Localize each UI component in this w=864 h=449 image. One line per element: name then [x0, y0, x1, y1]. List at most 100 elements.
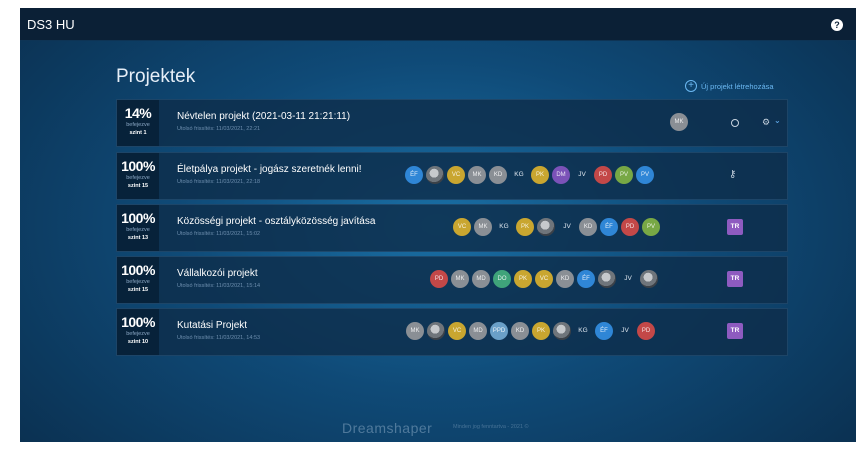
member-avatar[interactable]: KG [495, 218, 513, 236]
last-updated: Utolsó frissítés: 11/03/2021, 22:18 [177, 179, 261, 185]
progress-box: 100% befejezve szint 10 [117, 309, 159, 355]
member-avatar[interactable] [537, 218, 555, 236]
member-avatar[interactable]: VC [448, 322, 466, 340]
member-avatar[interactable] [598, 270, 616, 288]
member-avatar[interactable]: DO [493, 270, 511, 288]
member-avatar[interactable]: MD [472, 270, 490, 288]
progress-box: 100% befejezve szint 15 [117, 257, 159, 303]
member-avatar[interactable]: ÉF [577, 270, 595, 288]
gear-icon[interactable]: ⚙ [762, 117, 770, 128]
member-avatar[interactable]: KD [556, 270, 574, 288]
help-icon[interactable]: ? [831, 19, 843, 31]
project-title[interactable]: Életpálya projekt - jogász szeretnék len… [177, 164, 362, 175]
progress-status: befejezve [126, 175, 150, 181]
progress-percent: 100% [121, 210, 155, 226]
progress-percent: 100% [121, 314, 155, 330]
member-avatar[interactable]: PK [532, 322, 550, 340]
app-title[interactable]: DS3 HU [27, 17, 75, 32]
member-avatar[interactable]: PV [636, 166, 654, 184]
progress-status: befejezve [126, 122, 150, 128]
member-avatar[interactable]: PPD [490, 322, 508, 340]
progress-status: befejezve [126, 331, 150, 337]
progress-box: 100% befejezve szint 13 [117, 205, 159, 251]
new-project-label: Új projekt létrehozása [701, 81, 774, 91]
member-avatar[interactable] [427, 322, 445, 340]
project-card[interactable]: 100% befejezve szint 13 Közösségi projek… [116, 204, 788, 252]
member-avatar[interactable]: VC [535, 270, 553, 288]
progress-status: befejezve [126, 227, 150, 233]
top-bar: DS3 HU ? [20, 8, 856, 41]
project-card[interactable]: 14% befejezve szint 1 Névtelen projekt (… [116, 99, 788, 147]
member-avatar[interactable]: KD [511, 322, 529, 340]
last-updated: Utolsó frissítés: 11/03/2021, 15:14 [177, 283, 261, 289]
member-avatar[interactable]: MK [474, 218, 492, 236]
owner-badge[interactable]: TR [727, 271, 743, 287]
owner-badge[interactable]: TR [727, 323, 743, 339]
member-avatars: PD MK MD DO PK VC KD ÉF JV [430, 270, 661, 288]
project-card[interactable]: 100% befejezve szint 15 Vállalkozói proj… [116, 256, 788, 304]
member-avatars: VC MK KG PK JV KD ÉF PD PV [453, 218, 663, 236]
dreamshaper-logo: Dreamshaper [342, 420, 433, 436]
member-avatar[interactable]: PD [621, 218, 639, 236]
level-label: szint 15 [127, 287, 149, 293]
progress-status: befejezve [126, 279, 150, 285]
member-avatar[interactable]: PD [637, 322, 655, 340]
member-avatars: ÉF VC MK KD KG PK DM JV PD PV PV [405, 166, 657, 184]
member-avatar[interactable]: PK [514, 270, 532, 288]
member-avatar[interactable]: JV [616, 322, 634, 340]
member-avatar[interactable]: PD [430, 270, 448, 288]
member-avatar[interactable] [553, 322, 571, 340]
owner-badge[interactable]: TR [727, 219, 743, 235]
app-window: DS3 HU ? Projektek + Új projekt létrehoz… [20, 8, 856, 442]
project-title[interactable]: Kutatási Projekt [177, 320, 247, 331]
member-avatar[interactable]: PK [516, 218, 534, 236]
page-title: Projektek [116, 66, 196, 87]
project-card[interactable]: 100% befejezve szint 10 Kutatási Projekt… [116, 308, 788, 356]
member-avatar[interactable]: ÉF [595, 322, 613, 340]
project-card[interactable]: 100% befejezve szint 15 Életpálya projek… [116, 152, 788, 200]
project-title[interactable]: Névtelen projekt (2021-03-11 21:21:11) [177, 111, 350, 122]
member-avatar[interactable]: JV [619, 270, 637, 288]
member-avatars: MK [670, 113, 691, 131]
member-avatar[interactable]: DM [552, 166, 570, 184]
member-avatar[interactable]: KG [510, 166, 528, 184]
clock-icon[interactable] [731, 119, 739, 127]
level-label: szint 15 [127, 183, 149, 189]
member-avatar[interactable]: MK [670, 113, 688, 131]
member-avatar[interactable]: VC [447, 166, 465, 184]
last-updated: Utolsó frissítés: 11/03/2021, 15:02 [177, 231, 261, 237]
member-avatar[interactable]: PV [615, 166, 633, 184]
member-avatar[interactable]: PK [531, 166, 549, 184]
level-label: szint 13 [127, 235, 149, 241]
member-avatar[interactable]: MD [469, 322, 487, 340]
progress-percent: 14% [124, 105, 152, 121]
member-avatar[interactable]: JV [558, 218, 576, 236]
progress-percent: 100% [121, 158, 155, 174]
member-avatar[interactable]: PD [594, 166, 612, 184]
member-avatar[interactable]: ÉF [405, 166, 423, 184]
copyright-text: Minden jog fenntartva - 2021 © [453, 424, 529, 430]
member-avatar[interactable]: KG [574, 322, 592, 340]
member-avatar[interactable]: MK [406, 322, 424, 340]
last-updated: Utolsó frissítés: 11/03/2021, 22:21 [177, 126, 261, 132]
member-avatar[interactable]: ÉF [600, 218, 618, 236]
level-label: szint 10 [127, 339, 149, 345]
key-icon[interactable]: ⚷ [729, 169, 736, 180]
level-label: szint 1 [129, 130, 147, 136]
progress-box: 100% befejezve szint 15 [117, 153, 159, 199]
chevron-down-icon[interactable]: ⌄ [774, 116, 781, 125]
member-avatar[interactable]: KD [489, 166, 507, 184]
member-avatar[interactable] [426, 166, 444, 184]
member-avatar[interactable]: MK [468, 166, 486, 184]
progress-percent: 100% [121, 262, 155, 278]
member-avatar[interactable]: PV [642, 218, 660, 236]
member-avatar[interactable]: JV [573, 166, 591, 184]
project-title[interactable]: Közösségi projekt - osztályközösség javí… [177, 216, 375, 227]
project-title[interactable]: Vállalkozói projekt [177, 268, 258, 279]
member-avatar[interactable]: VC [453, 218, 471, 236]
member-avatar[interactable]: MK [451, 270, 469, 288]
new-project-button[interactable]: + Új projekt létrehozása [685, 80, 774, 92]
last-updated: Utolsó frissítés: 11/03/2021, 14:53 [177, 335, 261, 341]
member-avatar[interactable]: KD [579, 218, 597, 236]
member-avatar[interactable] [640, 270, 658, 288]
